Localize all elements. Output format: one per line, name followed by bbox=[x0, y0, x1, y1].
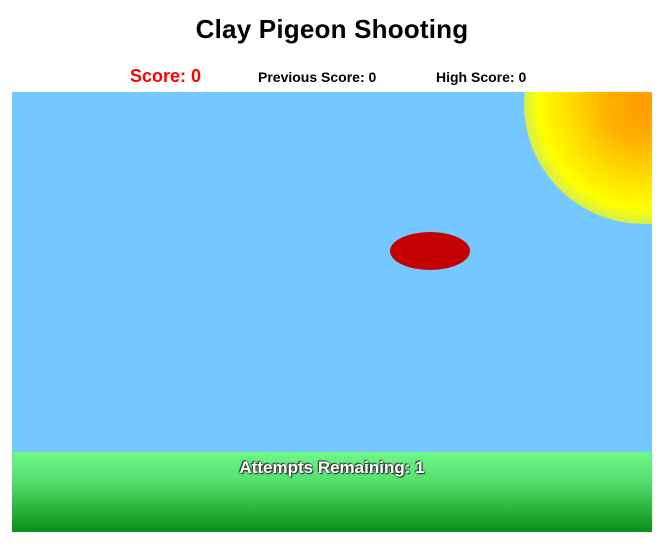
page-title: Clay Pigeon Shooting bbox=[195, 14, 469, 44]
high-score: High Score: 0 bbox=[436, 69, 527, 85]
attempts-remaining: Attempts Remaining: 1 bbox=[239, 458, 425, 477]
previous-score: Previous Score: 0 bbox=[258, 69, 377, 85]
current-score: Score: 0 bbox=[130, 66, 202, 86]
game-canvas[interactable]: Attempts Remaining: 1 bbox=[12, 92, 652, 532]
clay-pigeon-target[interactable] bbox=[390, 232, 470, 270]
ground: Attempts Remaining: 1 bbox=[12, 452, 652, 532]
game-page: Clay Pigeon Shooting Score: 0 Previous S… bbox=[0, 0, 664, 547]
sun-graphic bbox=[524, 92, 652, 224]
scoreboard: Score: 0 Previous Score: 0 High Score: 0 bbox=[0, 66, 664, 88]
